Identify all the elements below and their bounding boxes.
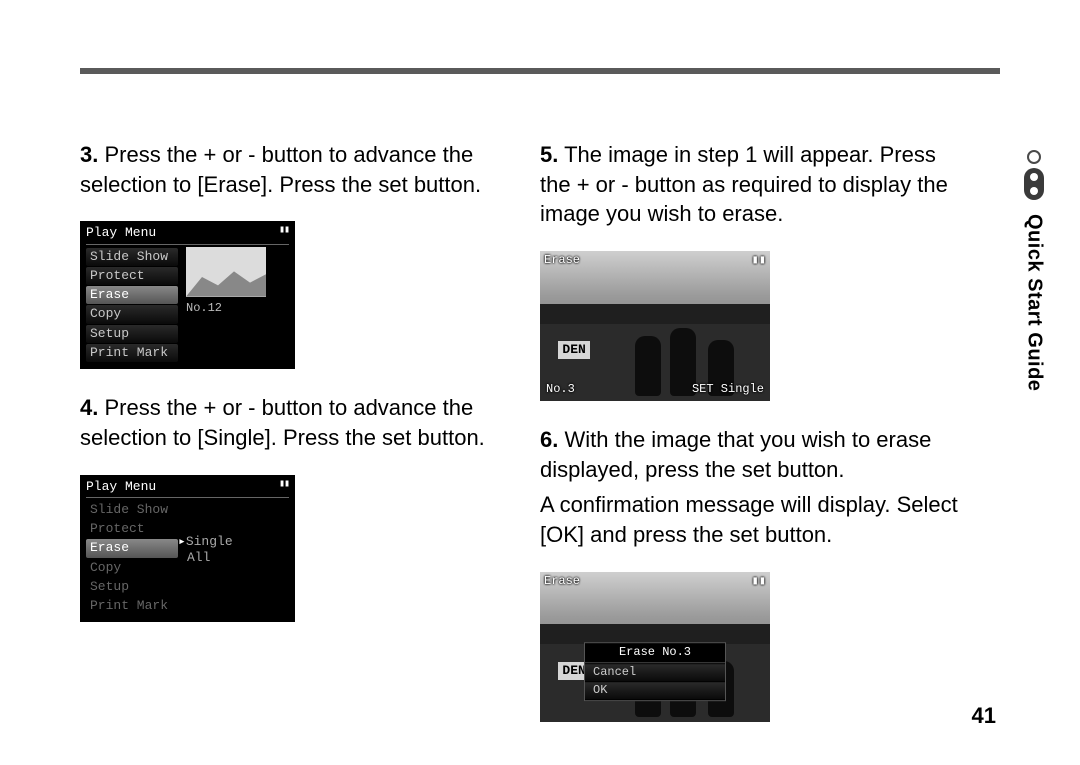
screenshot-play-menu-single: Play Menu ▮▮ Slide Show Protect Erase Co…	[80, 475, 295, 623]
screenshot-play-menu-erase: Play Menu ▮▮ Slide Show Protect Erase Co…	[80, 221, 295, 369]
screenshot-erase-confirm: DEN Erase ▮▮ Erase No.3 Cancel OK	[540, 572, 770, 722]
step-6-number: 6.	[540, 427, 558, 452]
side-tab-label: Quick Start Guide	[1023, 214, 1046, 391]
menu-item: Print Mark	[86, 344, 178, 362]
step-4-number: 4.	[80, 395, 98, 420]
play-menu-title: Play Menu	[86, 225, 156, 241]
step-6-text: With the image that you wish to erase di…	[540, 427, 931, 482]
play-menu-list-dim: Slide Show Protect Erase Copy Setup Prin…	[86, 500, 178, 617]
screenshot-erase-browse: DEN Erase ▮▮ No.3 SET Single	[540, 251, 770, 401]
menu-item-selected: Erase	[86, 286, 178, 304]
battery-icon: ▮▮	[752, 253, 766, 268]
battery-icon: ▮▮	[279, 225, 289, 241]
pill-icon	[1024, 168, 1044, 200]
page-number: 41	[972, 703, 996, 729]
step-5-number: 5.	[540, 142, 558, 167]
menu-item: Protect	[86, 520, 178, 538]
menu-item: Slide Show	[86, 248, 178, 266]
preview-pane: No.12	[186, 247, 276, 364]
image-number: No.3	[546, 382, 575, 397]
shop-sign: DEN	[558, 341, 589, 359]
play-menu-title-2: Play Menu	[86, 479, 156, 495]
set-hint: SET Single	[692, 382, 764, 397]
confirm-dialog: Erase No.3 Cancel OK	[584, 643, 726, 702]
arrow-right-icon: ▸	[178, 534, 186, 549]
menu-item: Protect	[86, 267, 178, 285]
erase-title: Erase	[544, 574, 580, 589]
battery-icon: ▮▮	[752, 574, 766, 589]
menu-item: Slide Show	[86, 501, 178, 519]
content-columns: 3. Press the + or - button to advance th…	[80, 140, 960, 746]
step-3: 3. Press the + or - button to advance th…	[80, 140, 500, 199]
play-menu-list: Slide Show Protect Erase Copy Setup Prin…	[86, 247, 178, 364]
step-4: 4. Press the + or - button to advance th…	[80, 393, 500, 452]
menu-item: Copy	[86, 305, 178, 323]
step-3-text: Press the + or - button to advance the s…	[80, 142, 481, 197]
erase-submenu: ▸Single All	[178, 500, 233, 617]
menu-item-selected: Erase	[86, 539, 178, 557]
step-3-number: 3.	[80, 142, 98, 167]
side-tab-dots	[1024, 150, 1044, 200]
menu-item: Print Mark	[86, 597, 178, 615]
battery-icon: ▮▮	[279, 479, 289, 495]
side-tab: Quick Start Guide	[1018, 150, 1050, 391]
step-6: 6. With the image that you wish to erase…	[540, 425, 960, 550]
preview-number: No.12	[186, 301, 276, 316]
dot-icon	[1027, 150, 1041, 164]
submenu-option: Single	[186, 534, 233, 549]
menu-item: Setup	[86, 578, 178, 596]
left-column: 3. Press the + or - button to advance th…	[80, 140, 500, 746]
step-5-text: The image in step 1 will appear. Press t…	[540, 142, 948, 226]
right-column: 5. The image in step 1 will appear. Pres…	[540, 140, 960, 746]
top-rule	[80, 68, 1000, 74]
menu-item: Copy	[86, 559, 178, 577]
dialog-option-ok: OK	[585, 683, 725, 700]
dialog-title: Erase No.3	[585, 644, 725, 664]
thumbnail-icon	[186, 247, 266, 297]
erase-title: Erase	[544, 253, 580, 268]
step-5: 5. The image in step 1 will appear. Pres…	[540, 140, 960, 229]
step-4-text: Press the + or - button to advance the s…	[80, 395, 485, 450]
submenu-option: All	[187, 550, 210, 565]
menu-item: Setup	[86, 325, 178, 343]
dialog-option-cancel: Cancel	[585, 665, 725, 682]
step-6-subtext: A confirmation message will display. Sel…	[540, 490, 960, 549]
